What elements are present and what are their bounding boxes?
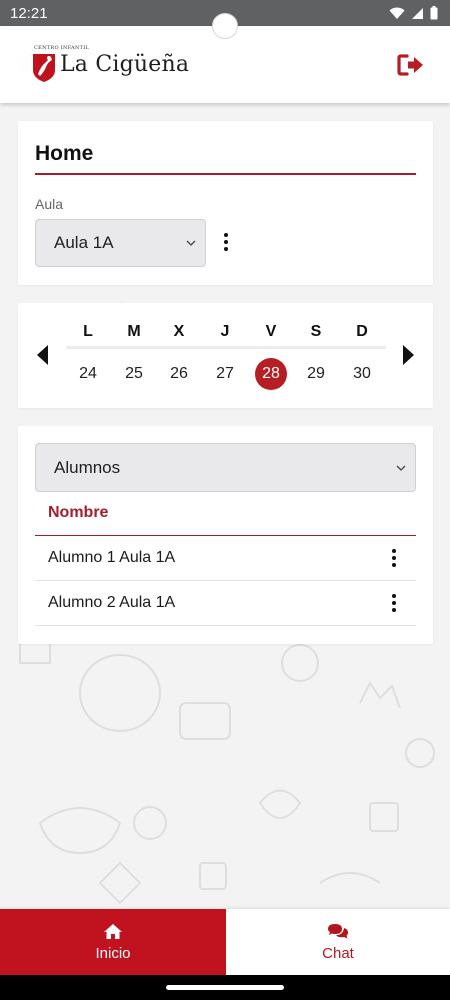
status-time: 12:21 [10, 4, 48, 22]
chevron-down-icon [186, 240, 196, 246]
calendar-date[interactable]: 26 [159, 358, 199, 390]
aula-label: Aula [35, 196, 64, 212]
calendar-date[interactable]: 24 [68, 358, 108, 390]
calendar-divider [66, 346, 386, 349]
brand-name: La Cigüeña [60, 52, 190, 77]
status-icons [389, 6, 438, 20]
nav-item-chat[interactable]: Chat [226, 909, 450, 975]
home-card: Home Aula Aula 1A [18, 121, 433, 285]
weekday-label: J [220, 323, 230, 340]
nav-label-inicio: Inicio [95, 944, 131, 962]
logout-button[interactable] [396, 50, 426, 80]
student-options-button[interactable] [384, 546, 404, 570]
next-week-button[interactable] [401, 344, 417, 366]
home-icon [104, 923, 122, 939]
page-title: Home [35, 142, 94, 165]
previous-week-button[interactable] [34, 344, 50, 366]
student-name: Alumno 2 Aula 1A [48, 594, 176, 611]
date-number: 24 [79, 365, 97, 382]
aula-select[interactable]: Aula 1A [35, 219, 206, 267]
calendar-date[interactable]: 30 [342, 358, 382, 390]
weekday-label: D [356, 323, 368, 340]
chevron-down-icon [396, 465, 406, 471]
camera-cutout [212, 13, 238, 39]
date-number: 25 [125, 365, 143, 382]
date-number: 26 [170, 365, 188, 382]
brand-logo: CENTRO INFANTIL La Cigüeña [32, 45, 190, 82]
logout-icon [397, 53, 423, 76]
alumnos-select[interactable]: Alumnos [35, 443, 416, 492]
brand-subtitle: CENTRO INFANTIL [34, 45, 90, 51]
weekday-label: S [310, 323, 322, 340]
signal-icon [412, 7, 423, 19]
battery-icon [430, 6, 438, 20]
home-gesture-handle[interactable] [166, 985, 284, 990]
weekday-label: M [127, 323, 141, 340]
weekday-label: L [83, 323, 93, 340]
date-number: 30 [353, 365, 371, 382]
bottom-navigation: Inicio Chat [0, 909, 450, 975]
calendar-date[interactable]: 27 [205, 358, 245, 390]
calendar-date[interactable]: 29 [296, 358, 336, 390]
title-divider [35, 173, 416, 175]
nav-item-inicio[interactable]: Inicio [0, 909, 226, 975]
calendar-date-selected[interactable]: 28 [251, 358, 291, 390]
column-header-nombre: Nombre [48, 504, 109, 521]
chat-icon [328, 923, 348, 938]
aula-select-value: Aula 1A [54, 233, 114, 252]
nav-label-chat: Chat [322, 944, 354, 962]
date-number: 27 [216, 365, 234, 382]
table-row[interactable]: Alumno 1 Aula 1A [35, 536, 416, 581]
aula-options-button[interactable] [216, 230, 236, 254]
week-calendar: L M X J V S D 24 25 26 27 28 29 30 [18, 303, 433, 408]
wifi-icon [389, 7, 405, 19]
calendar-date[interactable]: 25 [114, 358, 154, 390]
date-number: 28 [255, 358, 287, 390]
table-row[interactable]: Alumno 2 Aula 1A [35, 581, 416, 626]
student-options-button[interactable] [384, 591, 404, 615]
student-name: Alumno 1 Aula 1A [48, 549, 176, 566]
weekday-label: V [265, 323, 277, 340]
alumnos-card: Alumnos Nombre Alumno 1 Aula 1A Alumno 2… [18, 426, 433, 644]
date-number: 29 [307, 365, 325, 382]
alumnos-select-value: Alumnos [54, 457, 121, 477]
weekday-label: X [173, 323, 185, 340]
stork-logo-icon [33, 53, 55, 82]
system-gesture-bar [0, 975, 450, 1000]
